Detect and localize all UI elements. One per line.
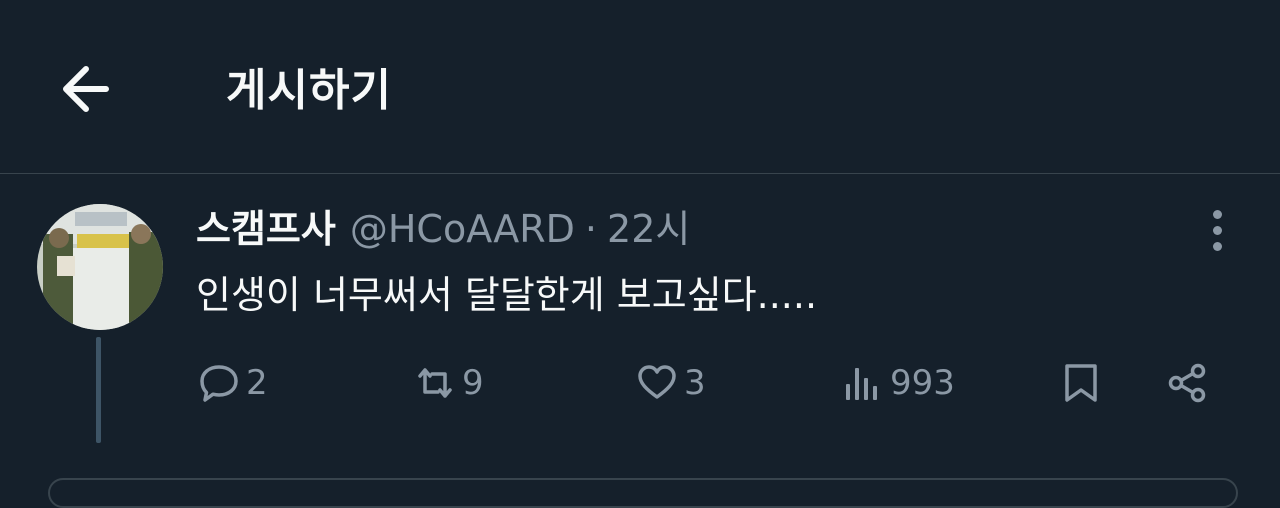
user-handle[interactable]: @HCoAARD [350,207,575,251]
reply-count: 2 [246,363,268,403]
bookmark-button[interactable] [1060,355,1102,411]
more-vertical-icon-dot [1213,226,1222,235]
retweet-count: 9 [462,363,484,403]
views-count: 993 [890,363,955,403]
like-button[interactable]: 3 [636,355,706,411]
more-vertical-icon-dot [1213,242,1222,251]
separator-dot: · [584,207,598,251]
retweet-button[interactable]: 9 [414,355,484,411]
more-button[interactable] [1198,208,1238,252]
heart-icon [638,365,676,399]
back-button[interactable] [52,58,124,120]
share-button[interactable] [1166,355,1208,411]
bar-chart-icon [846,368,877,400]
page-title: 게시하기 [226,65,392,116]
tweet-text: 인생이 너무써서 달달한게 보고싶다..... [196,273,818,317]
arrow-left-icon [63,66,109,112]
share-icon [1168,363,1206,403]
timestamp[interactable]: 22시 [607,207,690,251]
like-count: 3 [684,363,706,403]
reply-input-box[interactable] [48,478,1238,508]
more-vertical-icon [1213,210,1222,219]
thread-line [96,337,101,443]
tweet-header: 스캠프사 @HCoAARD · 22시 [196,204,690,254]
avatar[interactable] [37,204,163,330]
bookmark-icon [1065,364,1097,402]
reply-button[interactable]: 2 [198,355,268,411]
speech-bubble-icon [200,365,238,402]
views-button[interactable]: 993 [842,355,955,411]
retweet-icon [418,368,452,398]
top-bar: 게시하기 [0,0,1280,174]
display-name[interactable]: 스캠프사 [196,207,336,251]
